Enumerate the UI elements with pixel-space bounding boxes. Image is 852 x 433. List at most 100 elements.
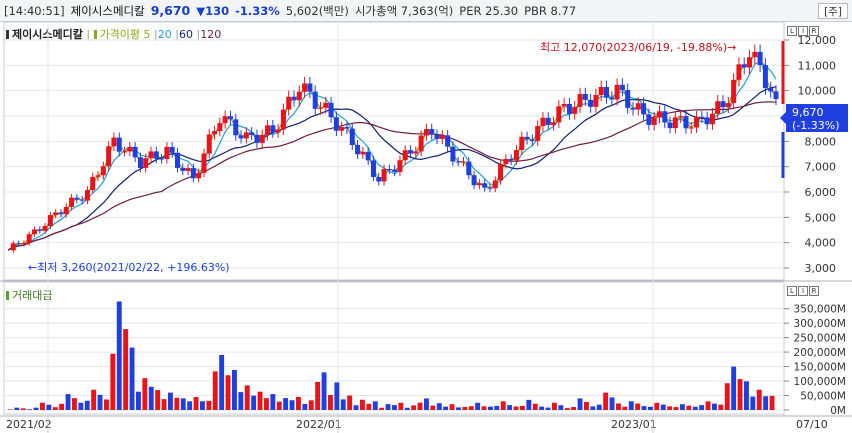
volume-bar [347,395,353,410]
volume-bar [596,404,602,410]
candle-body [413,151,419,154]
volume-tick-label: 100,000M [794,376,846,388]
volume-bar [641,406,647,410]
candle-body [100,166,106,176]
candle-body [137,157,143,168]
candle-body [545,117,551,126]
candle-body [169,146,175,153]
current-price-tag-pct: (-1.33%) [792,119,840,132]
candle-body [47,215,53,227]
volume-bar [65,394,71,410]
candle-body [709,113,715,125]
price-tick-label: 11,000 [798,59,837,72]
stock-chart[interactable]: 12,00011,00010,0009,0008,0007,0006,0005,… [0,0,852,433]
price-tick-label: 6,000 [805,186,837,199]
volume-bar [507,405,513,410]
volume-bar [705,401,711,410]
volume-bar [430,405,436,410]
volume-bar [232,369,237,410]
volume-bar [417,402,423,410]
candle-body [365,151,371,161]
volume-bar [52,407,58,410]
volume-bar [622,406,628,410]
volume-bar [142,378,148,410]
candle-body [503,158,509,164]
candle-body [672,117,678,129]
candle-body [249,132,255,135]
candle-body [524,136,530,140]
volume-bar [744,381,749,410]
candle-body [535,126,541,141]
volume-bar [46,404,52,410]
candle-body [164,146,170,159]
candle-body [471,175,477,186]
candle-body [381,169,387,182]
candle-body [95,175,101,177]
candle-body [630,107,636,110]
candle-body [116,137,122,152]
volume-bars [8,301,775,410]
volume-bar [174,397,180,410]
price-tick-label: 7,000 [805,161,837,174]
candle-body [392,169,398,172]
candle-body [233,119,239,136]
volume-bar [577,398,583,410]
volume-bar [724,383,730,410]
candle-body [720,101,726,108]
volume-bar [520,405,525,410]
volume-bar [648,406,653,410]
volume-bar [296,396,301,410]
volume-bar [769,395,775,410]
price-tick-label: 8,000 [805,135,837,148]
volume-bar [590,406,596,410]
volume-bar [609,397,615,410]
candle-body [747,57,753,68]
candle-body [111,137,117,147]
volume-bar [686,405,692,410]
candle-body [302,83,308,92]
candle-body [370,160,376,177]
candle-body [291,96,297,101]
candle-body [275,129,281,133]
candle-body [355,145,361,155]
candle-body [69,197,75,207]
candle-body [127,146,133,152]
candle-body [280,109,286,130]
volume-bar [584,401,589,410]
volume-bar [731,366,737,410]
candle-body [386,169,392,171]
volume-bar [564,408,570,410]
volume-bar [398,402,404,410]
candle-body [201,153,207,173]
x-label-current-date: 07/10 [796,418,828,431]
volume-bar [283,398,289,410]
volume-bar [481,406,487,410]
candle-body [26,234,32,244]
volume-bar [475,402,481,410]
volume-bar [667,406,673,410]
volume-bar [513,406,519,410]
candle-body [397,160,403,172]
volume-bar [692,406,698,410]
x-label-2022-01: 2022/01 [296,418,342,431]
volume-bar [353,405,359,410]
candle-body [588,99,594,107]
candle-body [609,97,615,100]
volume-bar [436,403,442,410]
candle-body [598,86,604,95]
candle-body [768,88,774,92]
volume-bar [718,404,724,410]
candle-body [42,226,48,231]
volume-bar [251,395,257,410]
candle-body [625,90,631,108]
volume-bar [379,407,385,410]
volume-bar [206,400,212,410]
moving-average-lines [7,53,777,251]
candle-body [63,206,69,215]
volume-bar [488,406,493,410]
volume-bar [571,406,577,410]
candle-body [74,197,80,200]
volume-bar [289,400,295,410]
volume-bar [219,355,225,410]
volume-bar [366,403,372,410]
